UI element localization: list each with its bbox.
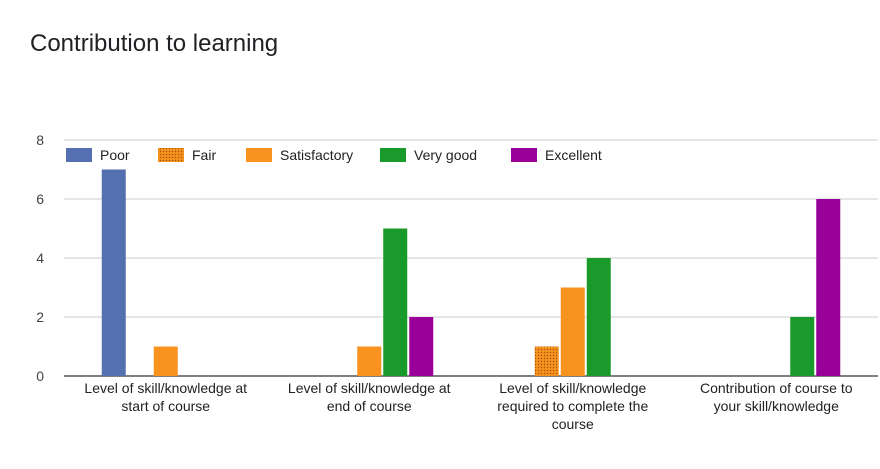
bar-chart: 0 2 4 6 8 Level of skill/knowledge at start o…: [36, 132, 878, 432]
legend-swatch: [511, 148, 537, 162]
x-axis: Level of skill/knowledge at start of cour…: [84, 380, 852, 432]
y-axis: 0 2 4 6 8: [36, 132, 44, 384]
x-category-label: Level of skill/knowledge at end of course: [288, 380, 451, 414]
y-tick-label: 0: [36, 368, 44, 384]
legend-label[interactable]: Poor: [100, 147, 130, 163]
bar-satisfactory[interactable]: [357, 346, 382, 377]
legend-label[interactable]: Fair: [192, 147, 216, 163]
bar-satisfactory[interactable]: [560, 287, 585, 377]
y-tick-label: 8: [36, 132, 44, 148]
x-category-label-line: Level of skill/knowledge: [499, 380, 646, 396]
y-tick-label: 6: [36, 191, 44, 207]
legend-swatch: [380, 148, 406, 162]
y-tick-label: 2: [36, 309, 44, 325]
x-category-label-line: start of course: [121, 398, 210, 414]
bar-very-good[interactable]: [790, 317, 815, 376]
bar-very-good[interactable]: [586, 258, 611, 376]
x-category-label-line: required to complete the: [497, 398, 648, 414]
bars: [101, 169, 841, 377]
legend: Poor Fair Satisfactory Very good Excellent: [66, 147, 602, 163]
bar-excellent[interactable]: [409, 317, 434, 376]
legend-label[interactable]: Very good: [414, 147, 477, 163]
x-category-label: Contribution of course to your skill/know…: [700, 380, 853, 414]
x-category-label-line: Level of skill/knowledge at: [288, 380, 451, 396]
chart-card: Contribution to learning 02468 Level of …: [0, 0, 880, 469]
legend-swatch: [246, 148, 272, 162]
x-category-label: Level of skill/knowledge required to comp…: [497, 380, 648, 432]
x-category-label-line: course: [552, 416, 594, 432]
bar-excellent[interactable]: [816, 199, 841, 376]
legend-swatch: [66, 148, 92, 162]
bar-poor[interactable]: [101, 169, 126, 377]
x-category-label: Level of skill/knowledge at start of cour…: [84, 380, 247, 414]
x-category-label-line: your skill/knowledge: [714, 398, 839, 414]
bar-satisfactory[interactable]: [153, 346, 178, 377]
x-category-label-line: Level of skill/knowledge at: [84, 380, 247, 396]
x-category-label-line: end of course: [327, 398, 412, 414]
gridlines: [64, 139, 878, 377]
y-tick-label: 4: [36, 250, 44, 266]
legend-swatch: [158, 148, 184, 162]
bar-fair[interactable]: [534, 346, 559, 377]
x-category-label-line: Contribution of course to: [700, 380, 853, 396]
bar-very-good[interactable]: [383, 228, 408, 377]
legend-label[interactable]: Satisfactory: [280, 147, 353, 163]
legend-label[interactable]: Excellent: [545, 147, 602, 163]
